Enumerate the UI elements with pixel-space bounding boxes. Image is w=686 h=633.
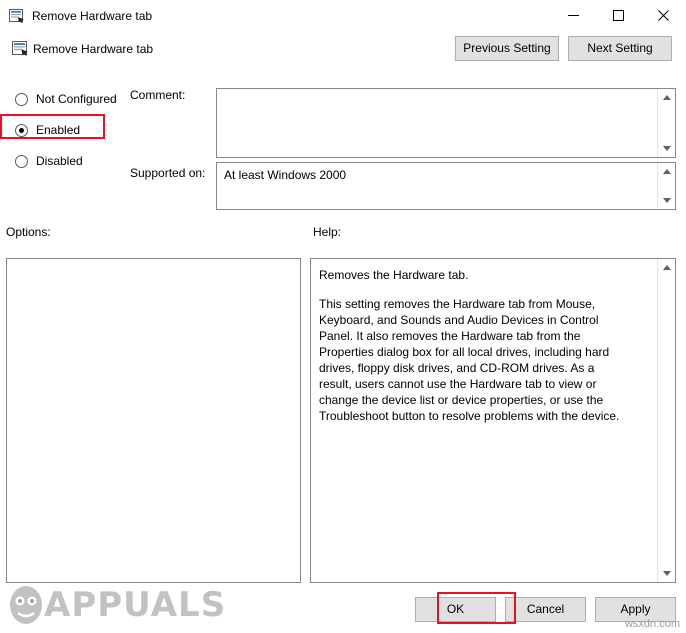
navigation-buttons: Previous Setting Next Setting — [455, 36, 672, 61]
scroll-down-icon[interactable] — [658, 140, 675, 157]
help-label: Help: — [313, 225, 342, 239]
state-radio-group: Not Configured Enabled Disabled — [10, 88, 130, 181]
window-controls — [551, 0, 686, 31]
options-panel[interactable] — [6, 258, 301, 583]
supported-on-field[interactable]: At least Windows 2000 — [216, 162, 676, 210]
supported-on-label: Supported on: — [130, 166, 206, 180]
radio-label-disabled: Disabled — [36, 154, 83, 168]
supported-on-scrollbar[interactable] — [657, 163, 675, 209]
scroll-up-icon[interactable] — [658, 259, 675, 276]
scroll-up-icon[interactable] — [658, 89, 675, 106]
setting-header: Remove Hardware tab Previous Setting Nex… — [0, 32, 686, 78]
radio-disabled[interactable]: Disabled — [10, 150, 130, 172]
ok-button[interactable]: OK — [415, 597, 496, 622]
radio-label-enabled: Enabled — [36, 123, 81, 137]
help-paragraph: Removes the Hardware tab. — [319, 268, 469, 282]
help-content: Removes the Hardware tab. This setting r… — [311, 259, 641, 432]
radio-icon-not-configured — [15, 92, 28, 106]
help-panel: Removes the Hardware tab. This setting r… — [310, 258, 676, 583]
comment-label: Comment: — [130, 88, 186, 102]
scroll-down-icon[interactable] — [658, 565, 675, 582]
options-content — [7, 259, 300, 269]
policy-setting-icon — [9, 8, 25, 24]
appuals-logo-icon — [10, 586, 42, 624]
title-bar: Remove Hardware tab — [0, 0, 686, 32]
supported-on-value: At least Windows 2000 — [224, 168, 347, 182]
radio-not-configured[interactable]: Not Configured — [10, 88, 130, 110]
previous-setting-button[interactable]: Previous Setting — [455, 36, 559, 61]
scroll-up-icon[interactable] — [658, 163, 675, 180]
comment-input[interactable] — [216, 88, 676, 158]
options-label: Options: — [6, 225, 51, 239]
radio-icon-disabled — [15, 154, 28, 168]
help-paragraph: This setting removes the Hardware tab fr… — [319, 297, 620, 423]
help-scrollbar[interactable] — [657, 259, 675, 582]
comment-value — [217, 89, 675, 99]
next-setting-button[interactable]: Next Setting — [568, 36, 672, 61]
policy-setting-icon — [12, 40, 29, 57]
watermark-text: APPUALS — [44, 585, 227, 625]
comment-scrollbar[interactable] — [657, 89, 675, 157]
setting-title: Remove Hardware tab — [33, 42, 154, 56]
close-button[interactable] — [641, 0, 686, 31]
corner-watermark: wsxdn.com — [624, 618, 680, 630]
radio-enabled[interactable]: Enabled — [10, 119, 130, 141]
radio-label-not-configured: Not Configured — [36, 92, 117, 106]
window-title: Remove Hardware tab — [32, 8, 153, 23]
maximize-button[interactable] — [596, 0, 641, 31]
minimize-button[interactable] — [551, 0, 596, 31]
scroll-down-icon[interactable] — [658, 192, 675, 209]
cancel-button[interactable]: Cancel — [505, 597, 586, 622]
radio-icon-enabled — [15, 123, 28, 137]
